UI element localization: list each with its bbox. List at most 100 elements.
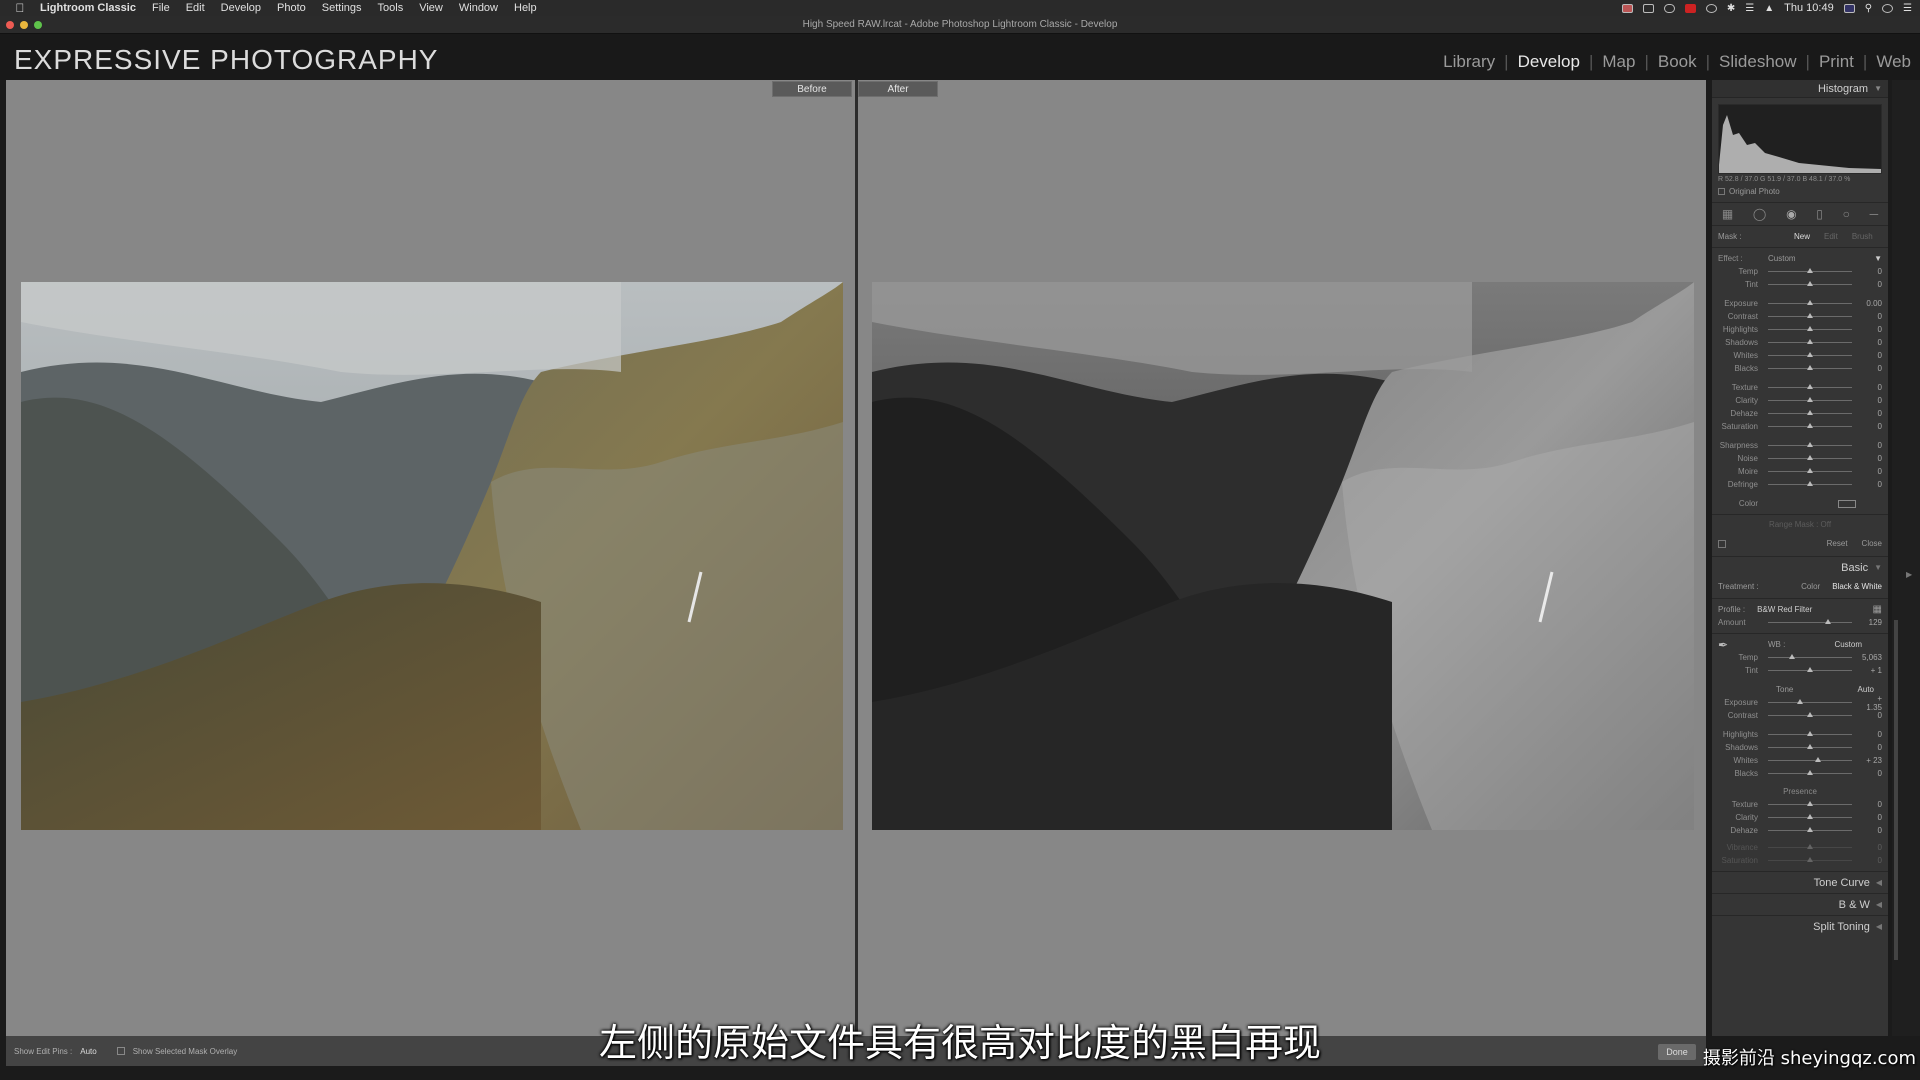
slider-track[interactable] [1768, 468, 1852, 473]
slider-track[interactable] [1768, 300, 1852, 305]
menu-file[interactable]: File [152, 2, 170, 14]
minimize-window-icon[interactable] [20, 21, 28, 29]
wb-eyedropper-icon[interactable]: ✒ [1718, 638, 1738, 652]
module-book[interactable]: Book [1649, 52, 1706, 72]
menu-window[interactable]: Window [459, 2, 498, 14]
mask-edit-button[interactable]: Edit [1824, 232, 1838, 241]
slider-thumb[interactable] [1807, 281, 1813, 286]
slider-track[interactable] [1768, 410, 1852, 415]
slider-thumb[interactable] [1807, 410, 1813, 415]
basic-panel-header[interactable]: Basic ▼ [1712, 556, 1888, 578]
effect-dropdown[interactable]: Custom [1768, 254, 1796, 263]
slider-value[interactable]: 0 [1860, 826, 1882, 835]
slider-value[interactable]: 0 [1860, 364, 1882, 373]
slider-thumb[interactable] [1807, 300, 1813, 305]
collapse-triangle-icon[interactable]: ▼ [1874, 84, 1882, 93]
slider-value[interactable]: 0 [1860, 409, 1882, 418]
slider-value[interactable]: 0 [1860, 800, 1882, 809]
slider-track[interactable] [1768, 801, 1852, 806]
slider-thumb[interactable] [1807, 397, 1813, 402]
crop-overlay-icon[interactable]: ▦ [1722, 207, 1733, 221]
wifi-icon[interactable]: ☰ [1745, 3, 1754, 14]
slider-value[interactable]: + 1 [1860, 666, 1882, 675]
slider-track[interactable] [1768, 268, 1852, 273]
slider-value[interactable]: + 23 [1860, 756, 1882, 765]
slider-thumb[interactable] [1807, 468, 1813, 473]
slider-thumb[interactable] [1807, 268, 1813, 273]
split-toning-panel-header[interactable]: Split Toning ◀ [1712, 915, 1888, 937]
adjustment-brush-icon[interactable]: ─ [1870, 207, 1879, 221]
bw-panel-header[interactable]: B & W ◀ [1712, 893, 1888, 915]
menu-edit[interactable]: Edit [186, 2, 205, 14]
slider-thumb[interactable] [1807, 339, 1813, 344]
slider-track[interactable] [1768, 827, 1852, 832]
slider-thumb[interactable] [1807, 384, 1813, 389]
slider-thumb[interactable] [1807, 712, 1813, 717]
menu-photo[interactable]: Photo [277, 2, 306, 14]
app-menu[interactable]: Lightroom Classic [40, 2, 136, 14]
slider-value[interactable]: 0.00 [1860, 299, 1882, 308]
slider-value[interactable]: 0 [1860, 843, 1882, 852]
slider-value[interactable]: 0 [1860, 338, 1882, 347]
profile-browser-icon[interactable]: ▦ [1873, 604, 1882, 615]
notification-center-icon[interactable]: ☰ [1903, 3, 1912, 14]
slider-thumb[interactable] [1807, 770, 1813, 775]
slider-thumb[interactable] [1796, 699, 1803, 704]
close-window-icon[interactable] [6, 21, 14, 29]
amount-slider-thumb[interactable] [1825, 619, 1832, 624]
mask-close-button[interactable]: Close [1862, 539, 1882, 548]
color-swatch[interactable] [1838, 499, 1856, 508]
slider-value[interactable]: 0 [1860, 711, 1882, 720]
after-photo[interactable] [872, 282, 1694, 830]
slider-thumb[interactable] [1807, 365, 1813, 370]
slider-value[interactable]: 0 [1860, 267, 1882, 276]
flag-icon[interactable] [1843, 3, 1855, 13]
slider-value[interactable]: 0 [1860, 422, 1882, 431]
slider-thumb[interactable] [1807, 844, 1813, 849]
slider-value[interactable]: 0 [1860, 454, 1882, 463]
slider-thumb[interactable] [1807, 857, 1813, 862]
slider-track[interactable] [1768, 352, 1852, 357]
effect-collapse-icon[interactable]: ▼ [1874, 254, 1882, 263]
radial-filter-icon[interactable]: ○ [1843, 207, 1850, 221]
volume-icon[interactable]: ▲ [1764, 3, 1774, 14]
original-photo-checkbox[interactable] [1718, 188, 1725, 195]
slider-thumb[interactable] [1807, 481, 1813, 486]
mask-new-button[interactable]: New [1794, 232, 1810, 241]
status-app-icon[interactable] [1621, 3, 1633, 13]
mask-reset-button[interactable]: Reset [1827, 539, 1848, 548]
slider-track[interactable] [1768, 770, 1852, 775]
mask-toggle-switch[interactable] [1718, 539, 1726, 548]
time-machine-icon[interactable] [1705, 3, 1717, 13]
slider-track[interactable] [1768, 455, 1852, 460]
status-cloud-icon[interactable] [1663, 3, 1675, 13]
slider-track[interactable] [1768, 731, 1852, 736]
graduated-filter-icon[interactable]: ▯ [1816, 207, 1823, 221]
expand-triangle-icon[interactable]: ◀ [1876, 922, 1882, 931]
slider-value[interactable]: 0 [1860, 730, 1882, 739]
slider-thumb[interactable] [1807, 801, 1813, 806]
slider-track[interactable] [1768, 397, 1852, 402]
wb-dropdown[interactable]: Custom [1834, 640, 1862, 649]
slider-value[interactable]: 0 [1860, 396, 1882, 405]
panel-scrollbar[interactable] [1894, 620, 1898, 960]
slider-value[interactable]: 0 [1860, 325, 1882, 334]
amount-slider[interactable] [1768, 619, 1852, 624]
slider-track[interactable] [1768, 281, 1852, 286]
slider-track[interactable] [1768, 699, 1852, 704]
bluetooth-icon[interactable]: ✱ [1727, 3, 1735, 14]
apple-icon[interactable]:  [0, 1, 40, 15]
mask-brush-button[interactable]: Brush [1852, 232, 1873, 241]
slider-track[interactable] [1768, 814, 1852, 819]
menu-tools[interactable]: Tools [378, 2, 404, 14]
slider-value[interactable]: 0 [1860, 856, 1882, 865]
slider-thumb[interactable] [1807, 442, 1813, 447]
slider-thumb[interactable] [1807, 313, 1813, 318]
slider-track[interactable] [1768, 757, 1852, 762]
right-panel-toggle-icon[interactable]: ▶ [1906, 570, 1912, 579]
slider-value[interactable]: 0 [1860, 312, 1882, 321]
spot-removal-icon[interactable]: ◯ [1753, 207, 1766, 221]
slider-thumb[interactable] [1807, 423, 1813, 428]
slider-value[interactable]: 0 [1860, 743, 1882, 752]
slider-value[interactable]: 0 [1860, 280, 1882, 289]
